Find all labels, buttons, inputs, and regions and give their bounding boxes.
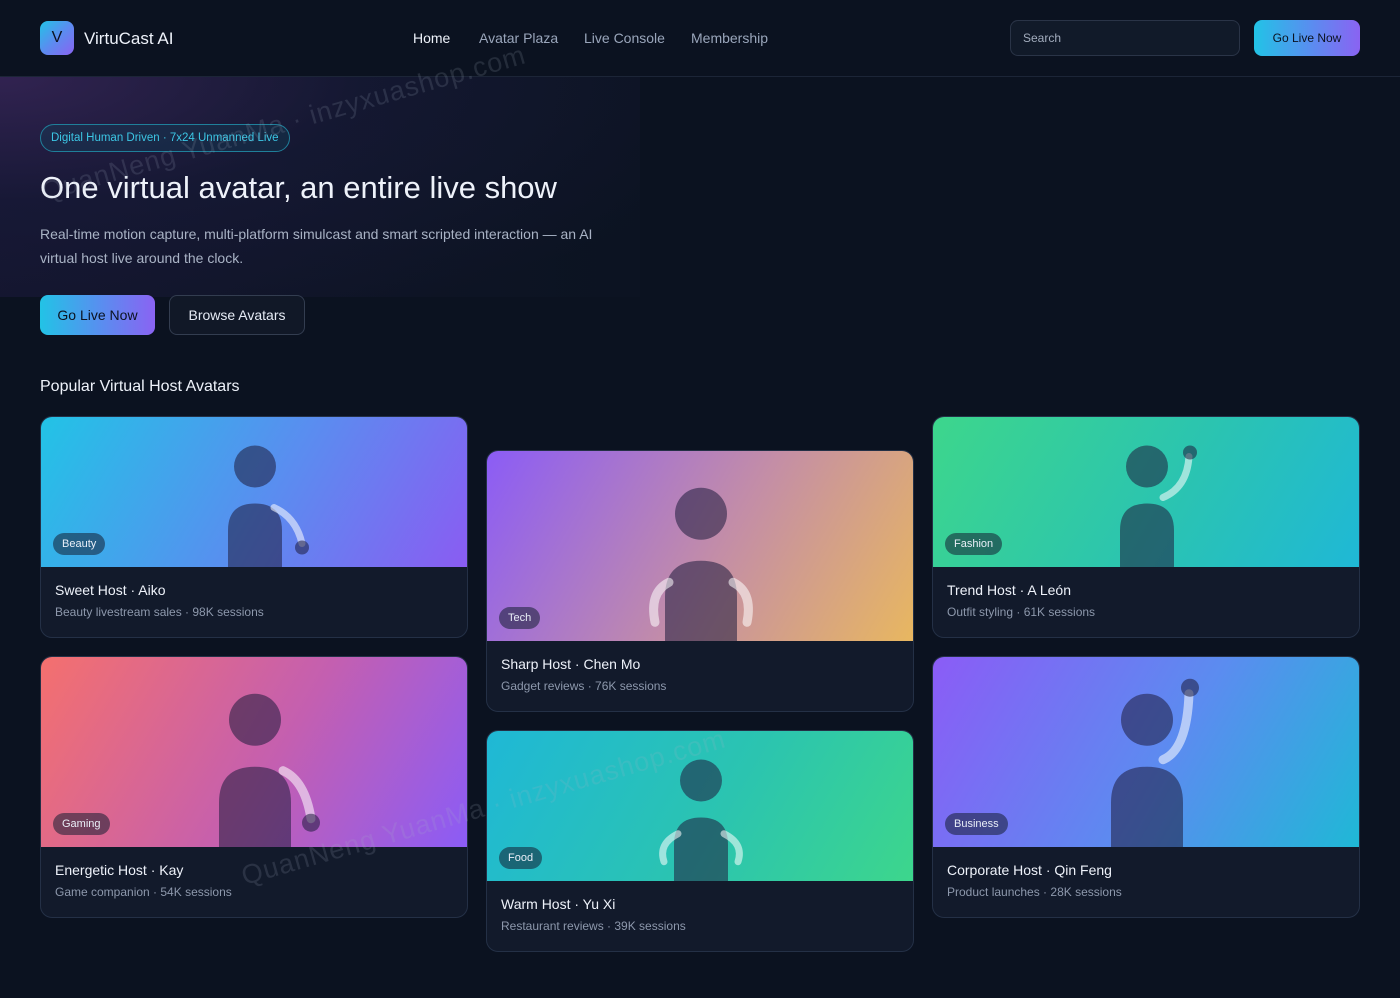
avatar-figure-icon (649, 487, 753, 641)
header-go-live-button[interactable]: Go Live Now (1254, 20, 1360, 56)
avatar-meta: Gadget reviews · 76K sessions (501, 679, 667, 693)
avatar-name: Energetic Host · Kay (55, 862, 184, 878)
category-tag: Fashion (945, 533, 1003, 555)
category-tag: Tech (499, 607, 541, 629)
logo-icon[interactable]: V (40, 21, 74, 55)
hero-description: Real-time motion capture, multi-platform… (40, 226, 593, 266)
nav-avatar-plaza[interactable]: Avatar Plaza (479, 30, 558, 46)
category-tag: Beauty (53, 533, 106, 555)
hero-badge: Digital Human Driven · 7x24 Unmanned Liv… (40, 124, 290, 152)
avatar-card[interactable]: Business Corporate Host · Qin Feng Product… (932, 656, 1360, 918)
avatar-preview: Tech (487, 451, 913, 641)
avatar-card[interactable]: Food Warm Host · Yu Xi Restaurant reviews … (486, 730, 914, 952)
avatar-meta: Outfit styling · 61K sessions (947, 605, 1096, 619)
avatar-card[interactable]: Fashion Trend Host · A León Outfit styling… (932, 416, 1360, 638)
nav-live-console[interactable]: Live Console (584, 30, 665, 46)
browse-avatars-button[interactable]: Browse Avatars (169, 295, 305, 335)
category-tag: Business (945, 813, 1008, 835)
avatar-name: Warm Host · Yu Xi (501, 896, 616, 912)
avatar-name: Corporate Host · Qin Feng (947, 862, 1112, 878)
card-info: Energetic Host · Kay Game companion · 54K… (41, 847, 467, 917)
avatar-name: Trend Host · A León (947, 582, 1071, 598)
card-info: Sweet Host · Aiko Beauty livestream sales… (41, 567, 467, 637)
avatar-preview: Beauty (41, 417, 467, 567)
nav-membership[interactable]: Membership (691, 30, 768, 46)
avatar-preview: Gaming (41, 657, 467, 847)
card-info: Sharp Host · Chen Mo Gadget reviews · 76K… (487, 641, 913, 711)
avatar-card[interactable]: Tech Sharp Host · Chen Mo Gadget reviews ·… (486, 450, 914, 712)
card-info: Corporate Host · Qin Feng Product launche… (933, 847, 1359, 917)
avatar-preview: Food (487, 731, 913, 881)
avatar-figure-icon (659, 759, 743, 881)
avatar-preview: Fashion (933, 417, 1359, 567)
avatar-card[interactable]: Gaming Energetic Host · Kay Game companion… (40, 656, 468, 918)
search-input[interactable] (1010, 20, 1240, 56)
section-title: Popular Virtual Host Avatars (40, 378, 240, 395)
avatar-card[interactable]: Beauty Sweet Host · Aiko Beauty livestream… (40, 416, 468, 638)
category-tag: Gaming (53, 813, 110, 835)
avatar-name: Sweet Host · Aiko (55, 582, 166, 598)
hero-title: One virtual avatar, an entire live show (40, 170, 557, 205)
card-info: Trend Host · A León Outfit styling · 61K … (933, 567, 1359, 637)
card-info: Warm Host · Yu Xi Restaurant reviews · 39… (487, 881, 913, 951)
category-tag: Food (499, 847, 543, 869)
avatar-preview: Business (933, 657, 1359, 847)
avatar-meta: Game companion · 54K sessions (55, 885, 232, 899)
avatar-meta: Product launches · 28K sessions (947, 885, 1122, 899)
nav-home[interactable]: Home (413, 30, 450, 46)
brand-name[interactable]: VirtuCast AI (84, 29, 173, 49)
hero-go-live-button[interactable]: Go Live Now (40, 295, 155, 335)
avatar-meta: Beauty livestream sales · 98K sessions (55, 605, 264, 619)
avatar-meta: Restaurant reviews · 39K sessions (501, 919, 686, 933)
avatar-name: Sharp Host · Chen Mo (501, 656, 641, 672)
top-navbar: V VirtuCast AI Home Avatar Plaza Live Co… (0, 0, 1400, 77)
